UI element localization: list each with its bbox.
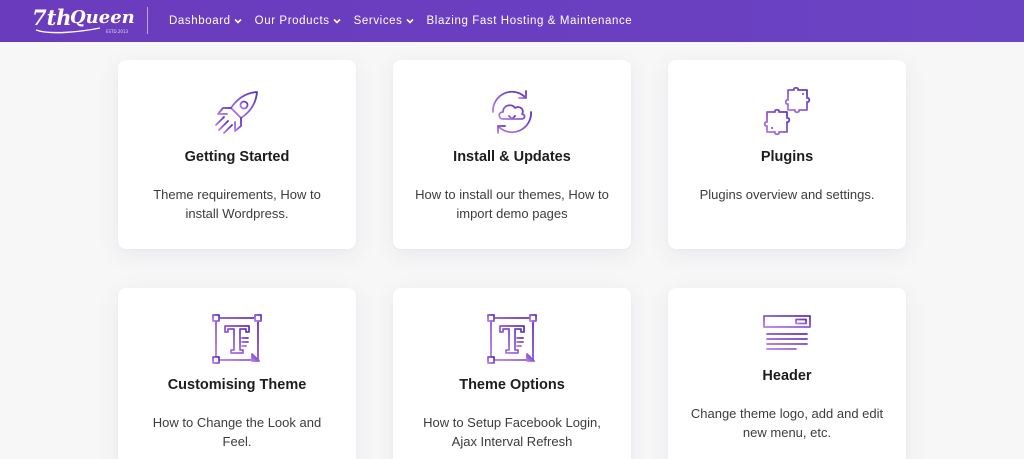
- card-header[interactable]: Header Change theme logo, add and edit n…: [668, 288, 906, 459]
- nav-item-hosting[interactable]: Blazing Fast Hosting & Maintenance: [427, 15, 633, 27]
- text-edit-icon: [212, 314, 262, 364]
- card-description: Change theme logo, add and edit new menu…: [690, 406, 884, 440]
- card-customising-theme[interactable]: Customising Theme How to Change the Look…: [118, 288, 356, 459]
- chevron-down-icon: [405, 18, 414, 24]
- chevron-down-icon: [333, 18, 341, 24]
- puzzle-icon: [763, 86, 811, 136]
- main-menu: Dashboard Our Products Services Blazing …: [169, 0, 645, 42]
- card-title: Install & Updates: [453, 149, 571, 165]
- card-description: How to Change the Look and Feel.: [152, 415, 322, 449]
- rocket-icon: [215, 91, 258, 134]
- nav-item-label: Dashboard: [169, 15, 231, 27]
- card-description: How to install our themes, How to import…: [415, 187, 609, 221]
- svg-text:ESTD.2013: ESTD.2013: [106, 29, 128, 34]
- nav-item-services[interactable]: Services: [354, 15, 414, 27]
- card-description: Plugins overview and settings.: [699, 187, 875, 202]
- card-title: Plugins: [760, 149, 814, 165]
- card-description: Theme requirements, How to install Wordp…: [153, 187, 321, 221]
- header-layout-icon: [763, 315, 811, 350]
- svg-text:Queen: Queen: [70, 7, 135, 28]
- card-plugins[interactable]: Plugins Plugins overview and settings.: [668, 60, 906, 249]
- nav-item-label: Services: [353, 15, 403, 27]
- card-theme-options[interactable]: Theme Options How to Setup Facebook Logi…: [393, 288, 631, 459]
- card-description: How to Setup Facebook Login, Ajax Interv…: [423, 415, 601, 449]
- cloud-sync-icon: [492, 90, 532, 134]
- card-title: Customising Theme: [167, 377, 307, 393]
- chevron-down-icon: [234, 18, 242, 24]
- nav-item-label: Our Products: [254, 15, 330, 27]
- card-getting-started[interactable]: Getting Started Theme requirements, How …: [118, 60, 356, 249]
- site-logo[interactable]: 7th Queen ESTD.2013: [30, 2, 140, 38]
- svg-text:7th: 7th: [32, 5, 72, 30]
- text-edit-icon: [487, 314, 537, 364]
- card-install-updates[interactable]: Install & Updates How to install our the…: [393, 60, 631, 249]
- card-title: Theme Options: [459, 377, 565, 393]
- card-title: Header: [762, 368, 812, 384]
- logo-divider: [147, 7, 148, 34]
- card-title: Getting Started: [184, 149, 290, 165]
- top-navigation-bar: 7th Queen ESTD.2013 Dashboard Our Produc…: [0, 0, 1024, 42]
- nav-item-label: Blazing Fast Hosting & Maintenance: [426, 15, 633, 27]
- nav-item-our-products[interactable]: Our Products: [255, 15, 341, 27]
- nav-item-dashboard[interactable]: Dashboard: [169, 15, 242, 27]
